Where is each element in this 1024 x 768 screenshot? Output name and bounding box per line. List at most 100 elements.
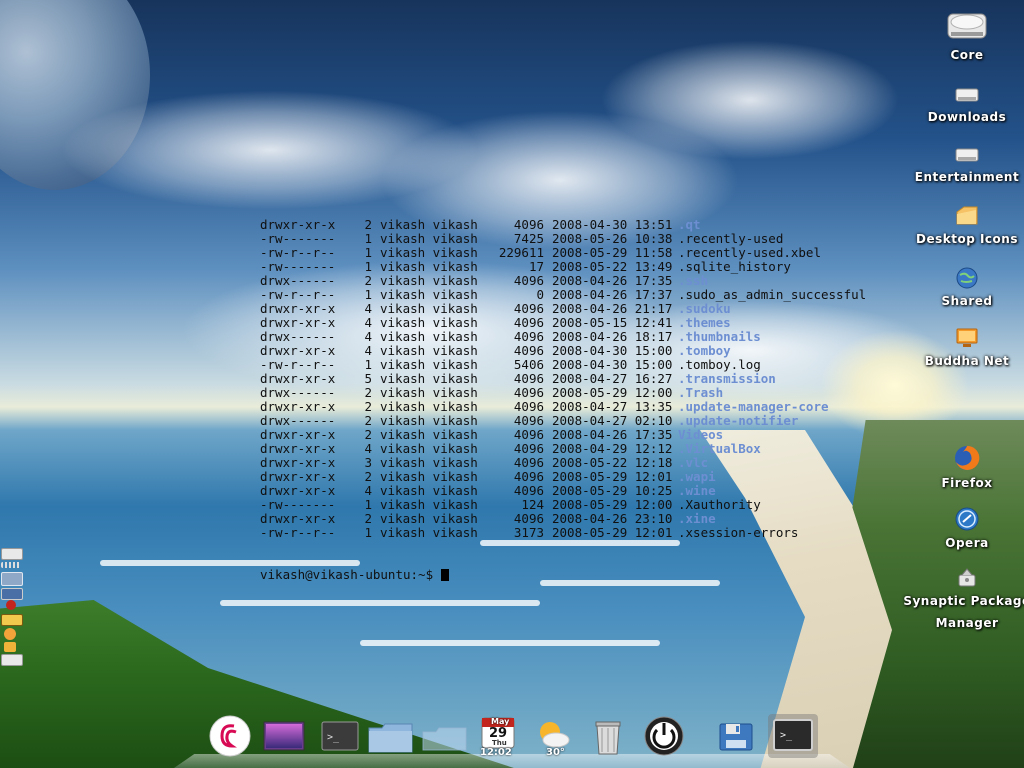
panel-debian-icon[interactable] — [6, 600, 16, 610]
file-name: .sqlite_history — [678, 259, 791, 274]
debian-icon[interactable] — [208, 714, 252, 758]
panel-workspace-icon[interactable] — [1, 562, 21, 568]
ls-row: drwxr-xr-x 4 vikash vikash 4096 2008-04-26 2… — [260, 302, 900, 316]
panel-key-icon[interactable] — [4, 642, 16, 652]
file-size: 17 — [528, 259, 544, 274]
prompt-line[interactable]: vikash@vikash-ubuntu:~$ — [260, 568, 900, 582]
desktop-icon-label: Opera — [945, 536, 989, 550]
svg-text:>_: >_ — [780, 730, 793, 741]
file-date: 2008-04-26 18:17 — [552, 329, 673, 344]
shutdown-icon[interactable] — [642, 714, 686, 758]
ls-output: drwxr-xr-x 2 vikash vikash 4096 2008-04-30 1… — [260, 218, 900, 540]
link-count: 4 — [364, 329, 372, 344]
file-owner: vikash vikash — [380, 455, 478, 470]
desktop-icon-label: Desktop Icons — [916, 232, 1018, 246]
link-count: 2 — [364, 511, 372, 526]
file-owner: vikash vikash — [380, 301, 478, 316]
file-owner: vikash vikash — [380, 343, 478, 358]
save-icon[interactable] — [714, 714, 758, 758]
ls-row: drwxr-xr-x 4 vikash vikash 4096 2008-05-29 1… — [260, 484, 900, 498]
panel-network-icon[interactable] — [1, 572, 23, 586]
file-permissions: drwxr-xr-x — [260, 315, 336, 330]
panel-app-icon[interactable] — [1, 614, 23, 626]
opera-icon — [955, 507, 979, 531]
file-owner: vikash vikash — [380, 371, 478, 386]
trash-icon[interactable] — [586, 714, 630, 758]
ls-row: drwxr-xr-x 2 vikash vikash 4096 2008-04-27 1… — [260, 400, 900, 414]
wave — [220, 600, 540, 606]
network-globe-icon — [956, 267, 978, 289]
link-count: 2 — [364, 413, 372, 428]
ls-row: drwxr-xr-x 4 vikash vikash 4096 2008-05-15 1… — [260, 316, 900, 330]
ls-row: drwxr-xr-x 4 vikash vikash 4096 2008-04-30 1… — [260, 344, 900, 358]
desktop-icon-downloads[interactable]: Downloads — [912, 86, 1022, 124]
desktop-icon-label: Downloads — [927, 110, 1007, 124]
file-date: 2008-05-29 12:01 — [552, 469, 673, 484]
file-owner: vikash vikash — [380, 217, 478, 232]
file-size: 4096 — [513, 301, 544, 316]
file-name: .xsession-errors — [678, 525, 799, 540]
file-size: 7425 — [513, 231, 544, 246]
desktop-icon-shared[interactable]: Shared — [912, 266, 1022, 308]
file-permissions: -rw-r--r-- — [260, 525, 336, 540]
desktop-icon-buddha-net[interactable]: Buddha Net — [912, 326, 1022, 368]
wallpaper-icon[interactable] — [262, 714, 306, 758]
desktop-icon-firefox[interactable]: Firefox — [912, 444, 1022, 490]
file-date: 2008-05-29 12:00 — [552, 385, 673, 400]
monitor-icon — [956, 328, 978, 347]
file-permissions: drwxr-xr-x — [260, 343, 336, 358]
file-owner: vikash vikash — [380, 273, 478, 288]
link-count: 5 — [364, 371, 372, 386]
file-owner: vikash vikash — [380, 315, 478, 330]
desktop-icon-opera[interactable]: Opera — [912, 506, 1022, 550]
file-date: 2008-04-27 13:35 — [552, 399, 673, 414]
desktop-icon-desktop-icons[interactable]: Desktop Icons — [912, 204, 1022, 246]
left-side-panel — [0, 546, 23, 666]
file-date: 2008-04-27 16:27 — [552, 371, 673, 386]
desktop-icon-entertainment[interactable]: Entertainment — [912, 146, 1022, 184]
panel-user-icon[interactable] — [4, 628, 16, 640]
terminal-window[interactable]: drwxr-xr-x 2 vikash vikash 4096 2008-04-30 1… — [260, 190, 900, 596]
file-size: 4096 — [513, 343, 544, 358]
calendar-month: May — [491, 717, 510, 726]
file-name: .thumbnails — [678, 329, 761, 344]
ls-row: drwxr-xr-x 2 vikash vikash 4096 2008-04-26 1… — [260, 428, 900, 442]
file-owner: vikash vikash — [380, 511, 478, 526]
desktop-icon-synaptic[interactable]: Synaptic Package Manager — [902, 566, 1024, 630]
desktop-icon-label: Firefox — [941, 476, 993, 490]
svg-text:>_: >_ — [327, 732, 340, 743]
panel-window-icon[interactable] — [1, 548, 23, 560]
file-name: .sudo_as_admin_successful — [678, 287, 867, 302]
file-owner: vikash vikash — [380, 427, 478, 442]
file-date: 2008-05-22 12:18 — [552, 455, 673, 470]
ls-row: drwxr-xr-x 2 vikash vikash 4096 2008-05-29 1… — [260, 470, 900, 484]
panel-window-icon[interactable] — [1, 654, 23, 666]
file-name: .wine — [678, 483, 716, 498]
terminal-active-icon[interactable]: >_ — [768, 714, 818, 758]
file-size: 4096 — [513, 483, 544, 498]
ls-row: -rw-r--r-- 1 vikash vikash 0 2008-04-26 17:3… — [260, 288, 900, 302]
ls-row: -rw------- 1 vikash vikash 17 2008-05-22 13:… — [260, 260, 900, 274]
file-date: 2008-05-22 13:49 — [552, 259, 673, 274]
file-owner: vikash vikash — [380, 525, 478, 540]
ls-row: -rw-r--r-- 1 vikash vikash 5406 2008-04-30 1… — [260, 358, 900, 372]
file-size: 4096 — [513, 441, 544, 456]
file-size: 4096 — [513, 315, 544, 330]
calendar-icon[interactable]: May 29 Thu 12:02 — [476, 714, 520, 758]
file-owner: vikash vikash — [380, 231, 478, 246]
file-name: .Trash — [678, 385, 724, 400]
file-permissions: -rw-r--r-- — [260, 287, 336, 302]
file-permissions: drwxr-xr-x — [260, 427, 336, 442]
folder-icon[interactable] — [366, 714, 416, 758]
terminal-icon[interactable]: >_ — [318, 714, 362, 758]
link-count: 1 — [364, 259, 372, 274]
folder-transparent-icon[interactable] — [420, 714, 470, 758]
weather-icon[interactable]: 30° — [530, 714, 574, 758]
ls-row: -rw-r--r-- 1 vikash vikash 229611 2008-05-29… — [260, 246, 900, 260]
file-date: 2008-04-29 12:12 — [552, 441, 673, 456]
file-size: 229611 — [498, 245, 544, 260]
panel-monitor-icon[interactable] — [1, 588, 23, 600]
file-date: 2008-04-30 15:00 — [552, 357, 673, 372]
desktop-icon-core[interactable]: Core — [912, 10, 1022, 62]
file-permissions: drwx------ — [260, 273, 336, 288]
